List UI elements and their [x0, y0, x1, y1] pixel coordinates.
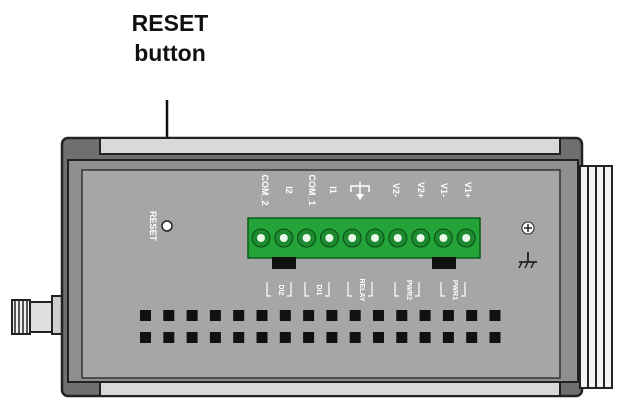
din-rail-clip — [579, 165, 613, 389]
led-label: RELAY — [358, 278, 365, 301]
vent-slot — [186, 332, 198, 343]
terminal-label: COM_1 — [307, 174, 317, 205]
vent-slot — [279, 310, 291, 321]
vent-slot — [489, 310, 501, 321]
vent-slot — [326, 332, 338, 343]
vent-slot — [186, 310, 198, 321]
vent-slot — [209, 310, 221, 321]
vent-slot — [489, 332, 501, 343]
vent-slot — [163, 310, 175, 321]
terminal-pin — [319, 228, 339, 248]
terminal-pin — [433, 228, 453, 248]
vent-slot — [326, 310, 338, 321]
terminal-pin — [342, 228, 362, 248]
vent-slot — [442, 332, 454, 343]
led-label: PWR1 — [451, 280, 458, 300]
vent-slot — [303, 332, 315, 343]
vent-slot — [140, 310, 151, 321]
terminal-label: COM_2 — [260, 174, 270, 205]
front-panel — [81, 169, 561, 379]
terminal-label: V1+ — [463, 182, 473, 198]
vent-slot — [466, 310, 478, 321]
led-label: DI2 — [277, 285, 284, 296]
vent-slot — [373, 332, 384, 343]
vent-slot — [209, 332, 221, 343]
vent-slot — [256, 332, 268, 343]
terminal-pin — [251, 228, 271, 248]
screw-icon — [521, 221, 535, 235]
reset-hole-icon[interactable] — [161, 220, 173, 232]
vent-slot — [373, 310, 384, 321]
antenna-connector-icon — [11, 295, 65, 335]
terminal-pin — [411, 228, 431, 248]
terminal-pin — [456, 228, 476, 248]
terminal-pin — [365, 228, 385, 248]
led-label: PWR2 — [405, 280, 412, 300]
vent-slot — [256, 310, 268, 321]
terminal-label: I2 — [284, 186, 294, 194]
vent-slot — [349, 332, 361, 343]
vent-slot — [279, 332, 291, 343]
vent-slot — [233, 310, 245, 321]
vent-slot — [419, 310, 431, 321]
device-drawing: RESET COM_2 I2 COM_1 I1 V2- V2+ V1- V1+ — [11, 100, 613, 398]
vent-slot — [233, 332, 245, 343]
vent-slot — [396, 332, 408, 343]
vent-slot — [466, 332, 478, 343]
terminal-label: I1 — [328, 186, 338, 194]
terminal-pin — [388, 228, 408, 248]
terminal-label: V2- — [391, 183, 401, 197]
terminal-pin — [297, 228, 317, 248]
vent-slot — [163, 332, 175, 343]
vent-slot — [140, 332, 151, 343]
panel-reset-label: RESET — [148, 211, 158, 242]
vent-slot — [349, 310, 361, 321]
device-diagram: RESET button RESET COM_2 I2 COM_1 I1 V2-… — [0, 0, 617, 401]
vent-slot — [396, 310, 408, 321]
led-label: DI1 — [315, 285, 322, 296]
vent-slot — [442, 310, 454, 321]
terminal-label: V1- — [439, 183, 449, 197]
terminal-label: V2+ — [416, 182, 426, 198]
vent-slot — [419, 332, 431, 343]
vent-slot — [303, 310, 315, 321]
terminal-pin — [274, 228, 294, 248]
